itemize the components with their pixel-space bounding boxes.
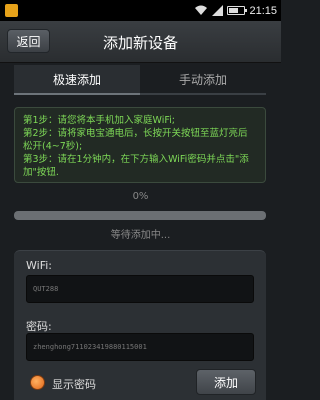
instruction-step-3: 第3步：请在1分钟内，在下方输入WiFi密码并点击"添加"按钮. — [23, 154, 249, 178]
title-bar: 返回 添加新设备 — [0, 21, 281, 63]
wifi-icon — [195, 5, 208, 15]
progress-percent: 0% — [132, 191, 149, 202]
tab-quick-add[interactable]: 极速添加 — [14, 65, 140, 95]
password-input[interactable] — [26, 333, 254, 361]
wifi-input[interactable] — [26, 275, 254, 303]
add-button[interactable]: 添加 — [196, 369, 256, 395]
tab-bar: 极速添加 手动添加 — [14, 65, 266, 95]
progress-status: 等待添加中... — [110, 230, 171, 241]
wifi-label: WiFi: — [26, 259, 52, 272]
status-time: 21:15 — [249, 4, 277, 17]
show-password-toggle[interactable] — [30, 375, 45, 390]
battery-icon — [227, 6, 248, 15]
show-password-label: 显示密码 — [52, 378, 96, 391]
status-icons: 21:15 — [194, 2, 277, 19]
app-notification-icon — [5, 4, 18, 17]
wifi-form: WiFi: 密码: 显示密码 添加 — [14, 250, 266, 400]
status-bar: 21:15 — [0, 0, 281, 21]
instruction-step-1: 第1步：请您将本手机加入家庭WiFi; — [23, 115, 175, 126]
signal-icon — [212, 5, 224, 16]
instruction-step-2: 第2步：请将家电宝通电后，长按开关按钮至蓝灯亮后松开(4~7秒); — [23, 128, 248, 152]
password-label: 密码: — [26, 320, 52, 333]
page-title: 添加新设备 — [102, 34, 178, 52]
progress-bar — [14, 211, 266, 220]
instructions-box: 第1步：请您将本手机加入家庭WiFi; 第2步：请将家电宝通电后，长按开关按钮至… — [14, 107, 266, 183]
tab-manual-add[interactable]: 手动添加 — [140, 65, 266, 95]
